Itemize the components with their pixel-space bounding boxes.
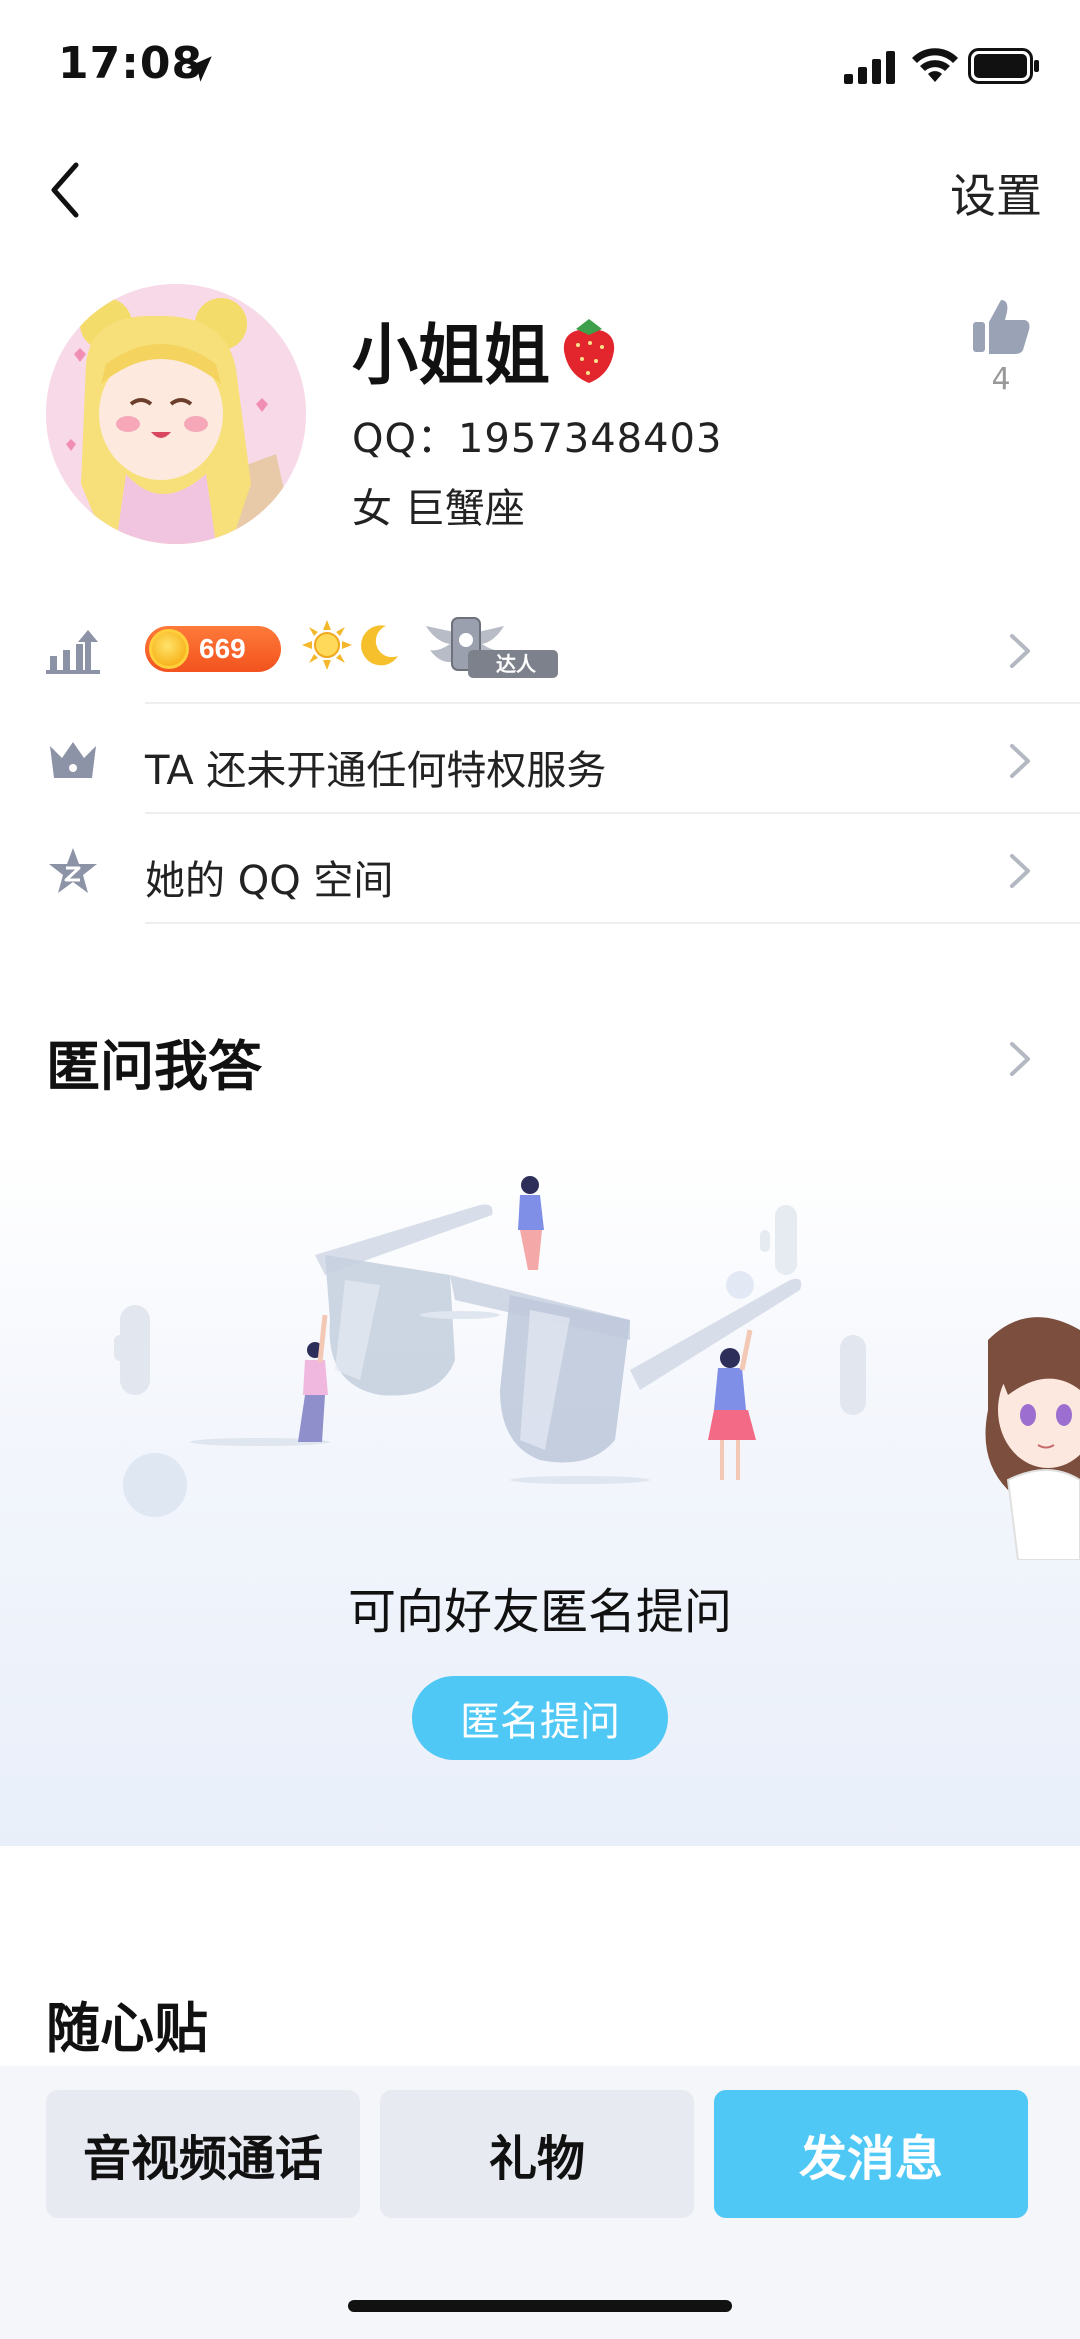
back-button[interactable] [40, 150, 90, 230]
location-arrow-icon [186, 56, 212, 82]
figure-top [518, 1176, 544, 1270]
qzone-star-icon [49, 848, 97, 893]
qa-prompt-text: 可向好友匿名提问 [347, 1584, 732, 1640]
nickname-row: 小姐姐 [352, 302, 620, 398]
send-message-button[interactable]: 发消息 [714, 2090, 1028, 2218]
avatar-illustration [46, 284, 306, 544]
master-badge: 达人 [426, 617, 558, 678]
qq-number: QQ：1957348403 [352, 416, 723, 462]
home-indicator[interactable] [348, 2300, 732, 2312]
gift-button[interactable]: 礼物 [380, 2090, 694, 2218]
level-row[interactable]: 669 达人 [0, 596, 1080, 704]
chevron-right-icon [1010, 854, 1030, 888]
level-up-icon [46, 630, 100, 674]
signal-icon [844, 51, 895, 84]
settings-button[interactable]: 设置 [950, 160, 1042, 226]
profile-page: 17:08 设置 小姐姐 QQ：1957348403 女 巨蟹座 4 669 达… [0, 0, 1080, 2339]
qzone-row[interactable]: 她的 QQ 空间 [0, 816, 1080, 924]
avatar[interactable] [46, 284, 306, 544]
row-divider [145, 922, 1080, 924]
privilege-row[interactable]: TA 还未开通任何特权服务 [0, 706, 1080, 814]
chevron-right-icon[interactable] [1008, 1040, 1032, 1078]
coin-icon [149, 629, 189, 669]
wifi-icon [912, 48, 958, 82]
sunglasses-illustration [114, 1176, 866, 1517]
like-button[interactable]: 4 [966, 296, 1036, 397]
figure-left [298, 1314, 328, 1442]
sun-icon [302, 620, 352, 670]
anime-girl-avatar[interactable] [968, 1310, 1080, 1560]
master-badge-label: 达人 [496, 652, 537, 676]
moon-icon [361, 625, 398, 666]
strawberry-icon [563, 319, 615, 383]
row-divider [145, 702, 1080, 704]
qa-section-title[interactable]: 匿问我答 [46, 1022, 262, 1101]
video-call-button[interactable]: 音视频通话 [46, 2090, 360, 2218]
battery-icon [968, 48, 1039, 84]
qq-coin-badge: 669 [145, 626, 281, 672]
privilege-label: TA 还未开通任何特权服务 [145, 748, 607, 794]
row-divider [145, 812, 1080, 814]
crown-icon [50, 742, 96, 778]
status-bar: 17:08 [0, 0, 1080, 130]
back-arrow-icon [51, 162, 79, 218]
notes-section-title: 随心贴 [46, 1997, 208, 2060]
figure-right [708, 1329, 756, 1480]
thumbs-up-icon [973, 300, 1030, 354]
chevron-right-icon [1010, 634, 1030, 668]
nickname: 小姐姐 [352, 317, 550, 394]
coin-value: 669 [199, 633, 246, 664]
anonymous-ask-button[interactable]: 匿名提问 [412, 1676, 668, 1760]
qzone-label: 她的 QQ 空间 [145, 858, 394, 904]
gender-zodiac: 女 巨蟹座 [352, 486, 525, 532]
like-count: 4 [991, 362, 1011, 397]
chevron-right-icon [1010, 744, 1030, 778]
